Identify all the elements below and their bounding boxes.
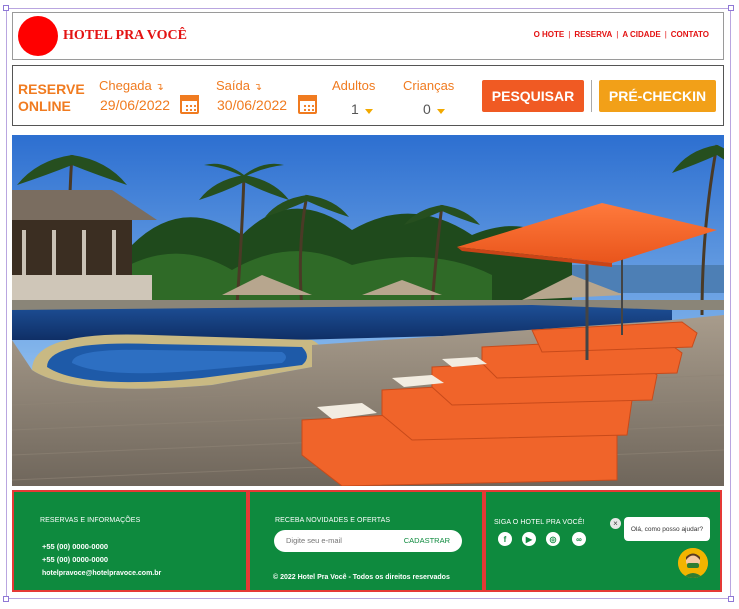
checkin-date[interactable]: 29/06/2022	[100, 97, 170, 113]
checkin-label: Chegada ↴	[99, 78, 164, 93]
footer-newsletter-column: RECEBA NOVIDADES E OFERTAS CADASTRAR © 2…	[248, 490, 484, 592]
footer-contact-column: RESERVAS E INFORMAÇÕES +55 (00) 0000-000…	[12, 490, 248, 592]
children-label: Crianças	[403, 78, 455, 93]
site-header: HOTEL PRA VOCÊ O HOTE | RESERVA | A CIDA…	[12, 12, 724, 60]
resize-handle[interactable]	[3, 5, 9, 11]
precheckin-button[interactable]: PRÉ-CHECKIN	[599, 80, 716, 112]
children-value[interactable]: 0	[423, 101, 431, 117]
nav-separator: |	[616, 30, 619, 39]
contact-email[interactable]: hotelpravoce@hotelpravoce.com.br	[42, 570, 161, 577]
copyright-text: © 2022 Hotel Pra Você - Todos os direito…	[273, 574, 450, 581]
arrow-down-right-icon: ↴	[155, 82, 164, 93]
checkout-date[interactable]: 30/06/2022	[217, 97, 287, 113]
caret-down-icon[interactable]	[365, 109, 373, 114]
facebook-icon[interactable]: f	[498, 532, 512, 546]
nav-link-reserva[interactable]: RESERVA	[574, 30, 612, 39]
email-input[interactable]	[286, 536, 396, 545]
booking-bar: RESERVE ONLINE Chegada ↴ 29/06/2022 Saíd…	[12, 65, 724, 126]
nav-link-cidade[interactable]: A CIDADE	[622, 30, 660, 39]
footer-social-column: SIGA O HOTEL PRA VOCÊ! f ▶ ◎ ∞ × Olá, co…	[484, 490, 722, 592]
newsletter-form: CADASTRAR	[274, 530, 462, 552]
instagram-icon[interactable]: ◎	[546, 532, 560, 546]
checkout-label-text: Saída	[216, 78, 250, 93]
caret-down-icon[interactable]	[437, 109, 445, 114]
nav-separator: |	[568, 30, 571, 39]
contact-title: RESERVAS E INFORMAÇÕES	[40, 517, 141, 524]
phone-2[interactable]: +55 (00) 0000-0000	[42, 555, 108, 564]
site-footer: RESERVAS E INFORMAÇÕES +55 (00) 0000-000…	[12, 490, 722, 592]
main-nav: O HOTE | RESERVA | A CIDADE | CONTATO	[534, 30, 709, 39]
search-button[interactable]: PESQUISAR	[482, 80, 584, 112]
phone-1[interactable]: +55 (00) 0000-0000	[42, 542, 108, 551]
newsletter-title: RECEBA NOVIDADES E OFERTAS	[275, 517, 391, 524]
adults-value[interactable]: 1	[351, 101, 359, 117]
button-divider	[591, 80, 592, 112]
chat-bubble[interactable]: Olá, como posso ajudar?	[624, 517, 710, 541]
reserve-title-line2: ONLINE	[18, 98, 71, 114]
calendar-icon[interactable]	[180, 95, 199, 114]
resize-handle[interactable]	[3, 596, 9, 602]
arrow-down-right-icon: ↴	[253, 82, 262, 93]
tripadvisor-icon[interactable]: ∞	[572, 532, 586, 546]
nav-link-contato[interactable]: CONTATO	[671, 30, 709, 39]
social-title: SIGA O HOTEL PRA VOCÊ!	[494, 519, 585, 526]
reserve-title-line1: RESERVE	[18, 81, 85, 97]
logo-icon[interactable]	[18, 16, 58, 56]
nav-separator: |	[664, 30, 667, 39]
brand-name[interactable]: HOTEL PRA VOCÊ	[63, 28, 187, 44]
resize-handle[interactable]	[728, 596, 734, 602]
hero-image	[12, 135, 724, 486]
checkout-label: Saída ↴	[216, 78, 262, 93]
checkin-label-text: Chegada	[99, 78, 152, 93]
youtube-icon[interactable]: ▶	[522, 532, 536, 546]
adults-label: Adultos	[332, 78, 376, 93]
calendar-icon[interactable]	[298, 95, 317, 114]
chat-close-icon[interactable]: ×	[610, 518, 621, 529]
cadastrar-button[interactable]: CADASTRAR	[404, 536, 450, 545]
nav-link-hotel[interactable]: O HOTE	[534, 30, 565, 39]
reserve-online-title: RESERVE ONLINE	[18, 81, 85, 115]
chat-avatar[interactable]	[678, 548, 708, 578]
pool-photo	[12, 135, 724, 486]
resize-handle[interactable]	[728, 5, 734, 11]
